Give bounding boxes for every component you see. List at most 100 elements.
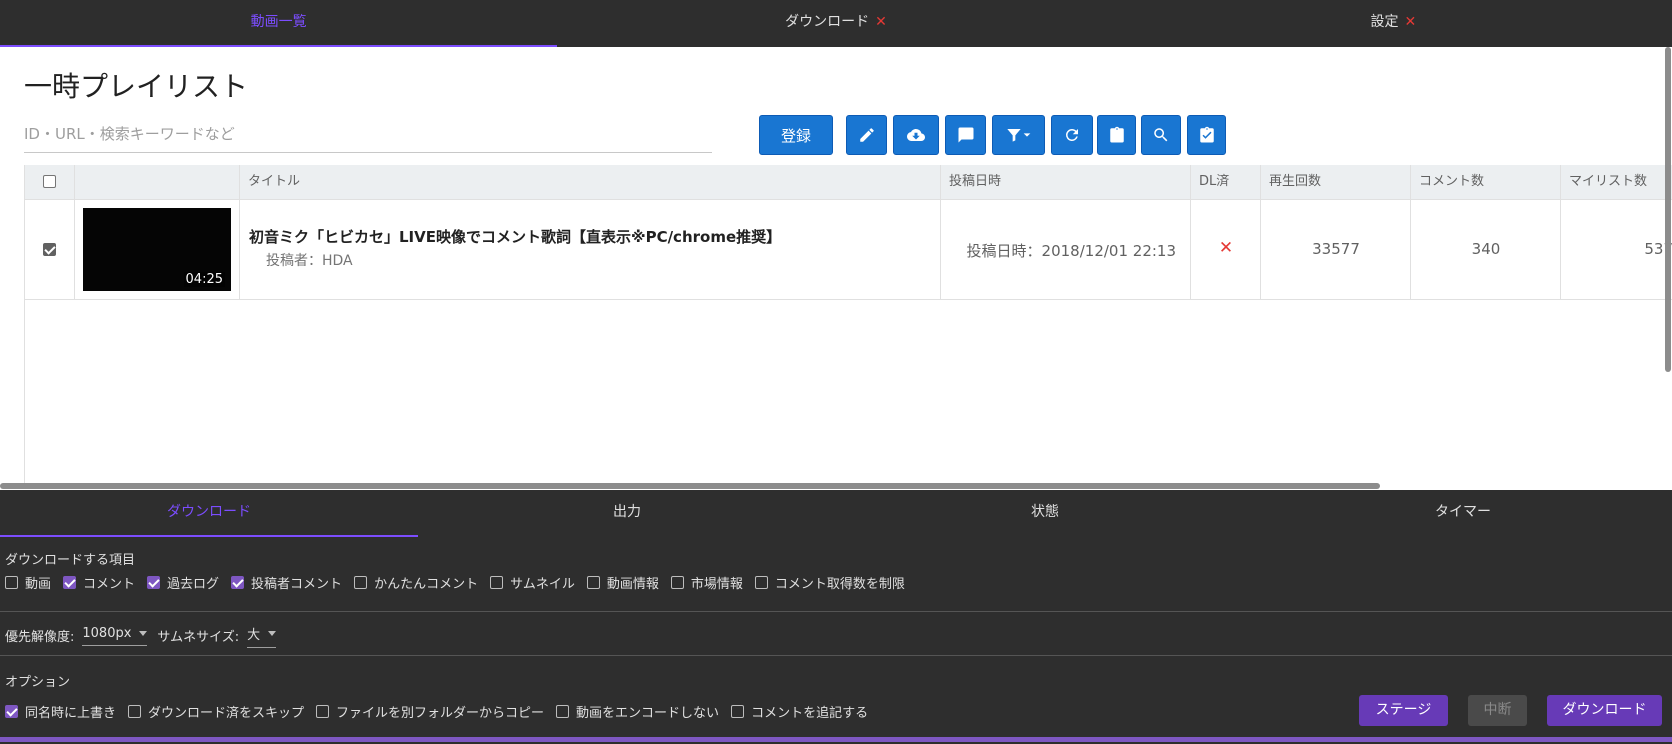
checkbox-box [490, 576, 504, 589]
video-uploader: 投稿者：HDA [266, 253, 353, 269]
clipboard-button[interactable] [1097, 115, 1136, 155]
not-downloaded-icon: ✕ [1218, 238, 1234, 258]
tab-video-list[interactable]: 動画一覧 [0, 0, 558, 47]
cloud-download-icon [907, 129, 925, 141]
options-label: オプション [5, 675, 71, 690]
item-easy-comment-checkbox[interactable]: かんたんコメント [354, 573, 478, 592]
views-cell: 33577 [1261, 200, 1411, 300]
divider [0, 655, 1672, 656]
item-comment-checkbox[interactable]: コメント [63, 573, 135, 592]
clipboard-icon [1109, 126, 1124, 143]
refresh-button[interactable] [1051, 115, 1093, 155]
video-title[interactable]: 初音ミク「ヒビカセ」LIVE映像でコメント歌詞【直表示※PC/chrome推奨】 [249, 226, 781, 247]
item-past-log-checkbox[interactable]: 過去ログ [147, 573, 219, 592]
title-cell: 初音ミク「ヒビカセ」LIVE映像でコメント歌詞【直表示※PC/chrome推奨】… [240, 200, 941, 300]
resolution-value: 1080px [82, 626, 132, 641]
header-title[interactable]: タイトル [240, 165, 941, 200]
item-owner-comment-checkbox[interactable]: 投稿者コメント [231, 573, 342, 592]
no-encode-checkbox[interactable]: 動画をエンコードしない [556, 702, 719, 721]
edit-button[interactable] [846, 115, 887, 155]
checkbox-label: コメントを追記する [751, 706, 869, 721]
posted-cell: 投稿日時：2018/12/01 22:13 [941, 200, 1191, 300]
chevron-down-icon [139, 631, 148, 636]
download-button[interactable] [893, 115, 939, 155]
item-video-checkbox[interactable]: 動画 [5, 573, 51, 592]
stage-button[interactable]: ステージ [1359, 695, 1448, 726]
checkbox-label: 動画情報 [606, 577, 659, 592]
row-checkbox[interactable] [43, 243, 56, 256]
video-thumbnail[interactable]: 04:25 [83, 208, 231, 291]
resolution-row: 優先解像度: 1080px サムネサイズ: 大 [5, 622, 286, 648]
pencil-icon [859, 128, 874, 142]
options-row: 同名時に上書き ダウンロード済をスキップ ファイルを別フォルダーからコピー 動画… [5, 702, 880, 721]
page-title: 一時プレイリスト [24, 70, 249, 103]
refresh-icon [1065, 128, 1078, 141]
item-video-info-checkbox[interactable]: 動画情報 [586, 573, 659, 592]
tab-timer[interactable]: タイマー [1254, 490, 1672, 537]
item-market-info-checkbox[interactable]: 市場情報 [670, 573, 743, 592]
chevron-down-icon [268, 631, 277, 636]
thumbnail-cell: 04:25 [75, 200, 240, 300]
main-panel: 一時プレイリスト 登録 タイトル 投稿日時 DL済 再生回数 [0, 47, 1672, 490]
checkbox-label: 過去ログ [167, 577, 220, 592]
header-select-cell [25, 165, 75, 200]
item-limit-comments-checkbox[interactable]: コメント取得数を制限 [754, 573, 905, 592]
checkbox-box [754, 576, 768, 589]
bottom-tab-bar: ダウンロード 出力 状態 タイマー [0, 490, 1672, 537]
search-button[interactable] [1141, 115, 1181, 155]
skip-downloaded-checkbox[interactable]: ダウンロード済をスキップ [128, 702, 304, 721]
close-icon[interactable]: ✕ [1404, 14, 1416, 30]
tab-status[interactable]: 状態 [836, 490, 1254, 537]
header-mylists[interactable]: マイリスト数 [1561, 165, 1672, 200]
register-button[interactable]: 登録 [759, 115, 833, 155]
mylists-cell: 537 [1561, 200, 1672, 300]
header-comments[interactable]: コメント数 [1411, 165, 1561, 200]
checkbox-box [231, 576, 245, 589]
checkbox-label: ダウンロード済をスキップ [148, 706, 305, 721]
tab-download-settings[interactable]: ダウンロード [0, 490, 418, 537]
download-start-button[interactable]: ダウンロード [1547, 695, 1662, 726]
overwrite-checkbox[interactable]: 同名時に上書き [5, 702, 116, 721]
table-header: タイトル 投稿日時 DL済 再生回数 コメント数 マイリスト数 [25, 165, 1672, 200]
tab-label: ダウンロード [785, 14, 870, 30]
row-select-cell [25, 200, 75, 300]
item-thumbnail-checkbox[interactable]: サムネイル [490, 573, 575, 592]
checkbox-label: サムネイル [510, 577, 575, 592]
select-all-checkbox[interactable] [43, 175, 56, 188]
tab-settings[interactable]: 設定 ✕ [1115, 0, 1672, 47]
tab-download[interactable]: ダウンロード ✕ [557, 0, 1114, 47]
posted-datetime: 投稿日時：2018/12/01 22:13 [966, 242, 1176, 260]
horizontal-scrollbar[interactable] [0, 483, 1380, 489]
vertical-scrollbar[interactable] [1665, 47, 1671, 372]
filter-button[interactable] [992, 115, 1045, 155]
checkbox-box [586, 576, 600, 589]
resolution-select[interactable]: 1080px [82, 624, 148, 646]
checkbox-label: かんたんコメント [374, 577, 479, 592]
thumb-size-value: 大 [247, 628, 261, 643]
download-items-label: ダウンロードする項目 [5, 553, 136, 568]
header-downloaded[interactable]: DL済 [1191, 165, 1261, 200]
search-input[interactable] [24, 115, 712, 153]
progress-bar [0, 737, 1672, 742]
checkbox-label: コメント [83, 577, 136, 592]
clipboard-check-button[interactable] [1187, 115, 1226, 155]
duration-badge: 04:25 [183, 272, 225, 287]
checkbox-box [128, 705, 142, 718]
checkbox-label: コメント取得数を制限 [774, 577, 905, 592]
header-posted[interactable]: 投稿日時 [941, 165, 1191, 200]
thumb-size-select[interactable]: 大 [247, 622, 277, 648]
checkbox-box [316, 705, 330, 718]
tab-output[interactable]: 出力 [418, 490, 836, 537]
checkbox-box [5, 576, 18, 589]
close-icon[interactable]: ✕ [875, 14, 887, 30]
checkbox-label: 動画 [25, 577, 52, 592]
checkbox-label: 投稿者コメント [251, 577, 343, 592]
header-views[interactable]: 再生回数 [1261, 165, 1411, 200]
abort-button[interactable]: 中断 [1468, 695, 1527, 726]
tab-label: 動画一覧 [250, 14, 307, 30]
append-comments-checkbox[interactable]: コメントを追記する [731, 702, 868, 721]
copy-from-folder-checkbox[interactable]: ファイルを別フォルダーからコピー [316, 702, 544, 721]
comment-button[interactable] [945, 115, 986, 155]
table-row[interactable]: 04:25 初音ミク「ヒビカセ」LIVE映像でコメント歌詞【直表示※PC/chr… [25, 200, 1672, 300]
checkbox-box [556, 705, 570, 718]
